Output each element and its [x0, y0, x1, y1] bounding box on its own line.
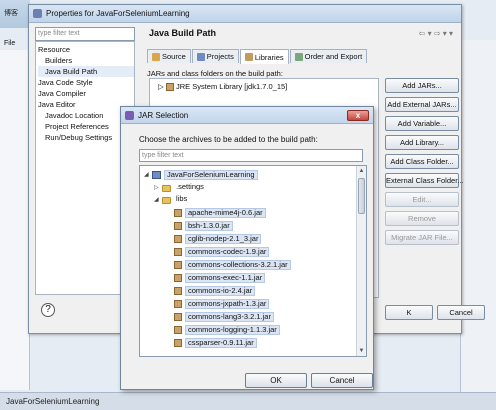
package-explorer	[0, 50, 30, 390]
jar-item[interactable]: cglib-nodep-2.1_3.jar	[174, 234, 262, 244]
jar-dialog-icon	[125, 110, 134, 120]
tree-item-java-compiler[interactable]: Java Compiler	[38, 88, 134, 99]
properties-titlebar: Properties for JavaForSeleniumLearning	[29, 5, 461, 23]
jar-item[interactable]: commons-codec-1.9.jar	[174, 247, 270, 257]
jar-icon	[174, 274, 182, 282]
build-path-tabs: Source Projects Libraries Order and Expo…	[147, 49, 368, 64]
tree-item-java-code-style[interactable]: Java Code Style	[38, 77, 134, 88]
tree-project[interactable]: ◢ JavaForSeleniumLearning	[144, 170, 258, 180]
folder-icon	[162, 184, 171, 192]
tree-folder-libs[interactable]: ◢ libs	[154, 195, 189, 205]
expand-icon[interactable]: ▷	[154, 183, 162, 193]
tree-item-builders[interactable]: Builders	[38, 55, 134, 66]
close-icon[interactable]: x	[347, 110, 369, 121]
build-path-buttons: Add JARs... Add External JARs... Add Var…	[385, 78, 464, 249]
jar-tree-scrollbar[interactable]: ▲ ▼	[356, 166, 366, 356]
library-icon	[165, 83, 174, 92]
collapse-icon[interactable]: ◢	[154, 195, 162, 205]
remove-button[interactable]: Remove	[385, 211, 459, 226]
tree-item-java-build-path[interactable]: Java Build Path	[38, 66, 134, 77]
tree-folder-settings[interactable]: ▷ .settings	[154, 183, 206, 193]
jar-icon	[174, 300, 182, 308]
jar-item[interactable]: apache-mime4j-0.6.jar	[174, 208, 266, 218]
jar-item[interactable]: commons-jxpath-1.3.jar	[174, 299, 270, 309]
jar-icon	[174, 326, 182, 334]
jar-icon	[174, 209, 182, 217]
properties-filter-input[interactable]: type filter text	[35, 27, 135, 41]
section-title: Java Build Path	[149, 28, 217, 38]
jar-cancel-button[interactable]: Cancel	[311, 373, 373, 388]
properties-cancel-button[interactable]: Cancel	[437, 305, 485, 320]
properties-actions: K Cancel	[381, 305, 485, 320]
tree-item-resource[interactable]: Resource	[38, 44, 134, 55]
add-class-folder-button[interactable]: Add Class Folder...	[385, 154, 459, 169]
folder-icon	[162, 196, 171, 204]
scroll-thumb[interactable]	[358, 178, 365, 214]
status-bar: JavaForSeleniumLearning	[0, 392, 496, 410]
jar-icon	[174, 261, 182, 269]
add-variable-button[interactable]: Add Variable...	[385, 116, 459, 131]
jars-caption: JARs and class folders on the build path…	[147, 69, 283, 78]
jar-item[interactable]: commons-lang3-3.2.1.jar	[174, 312, 274, 322]
jar-icon	[174, 287, 182, 295]
right-panel	[460, 40, 496, 392]
external-class-folder-button[interactable]: External Class Folder...	[385, 173, 464, 188]
jar-selection-dialog: JAR Selection x Choose the archives to b…	[120, 106, 374, 390]
source-icon	[152, 52, 160, 61]
tab-source[interactable]: Source	[147, 49, 191, 63]
add-external-jars-button[interactable]: Add External JARs...	[385, 97, 459, 112]
properties-title: Properties for JavaForSeleniumLearning	[46, 9, 190, 18]
jar-icon	[174, 313, 182, 321]
jar-item[interactable]: bsh-1.3.0.jar	[174, 221, 233, 231]
jar-filter-input[interactable]: type filter text	[139, 149, 363, 162]
jar-prompt: Choose the archives to be added to the b…	[139, 135, 318, 144]
collapse-icon[interactable]: ◢	[144, 170, 152, 180]
scroll-up-icon[interactable]: ▲	[358, 167, 365, 175]
help-icon[interactable]: ?	[41, 303, 55, 317]
libraries-icon	[244, 53, 253, 61]
eclipse-title: 博客	[0, 0, 30, 28]
tab-libraries[interactable]: Libraries	[239, 49, 289, 64]
dialog-icon	[33, 9, 42, 18]
jar-icon	[174, 339, 182, 347]
migrate-jar-button[interactable]: Migrate JAR File...	[385, 230, 459, 245]
jar-item[interactable]: commons-logging-1.1.3.jar	[174, 325, 280, 335]
tab-order-export[interactable]: Order and Export	[289, 49, 368, 63]
edit-button[interactable]: Edit...	[385, 192, 459, 207]
jar-icon	[174, 222, 182, 230]
jar-tree[interactable]: ◢ JavaForSeleniumLearning ▷ .settings ◢ lib…	[139, 165, 367, 357]
jar-item[interactable]: cssparser-0.9.11.jar	[174, 338, 257, 348]
tab-projects[interactable]: Projects	[191, 49, 239, 63]
jar-icon	[174, 235, 182, 243]
jar-selection-titlebar: JAR Selection	[121, 107, 373, 124]
scroll-down-icon[interactable]: ▼	[358, 347, 365, 355]
add-jars-button[interactable]: Add JARs...	[385, 78, 459, 93]
project-icon	[152, 171, 161, 179]
nav-arrows-icon[interactable]: ⇦ ▾ ⇨ ▾ ▾	[419, 29, 453, 38]
jre-entry[interactable]: ▷ JRE System Library [jdk1.7.0_15]	[158, 82, 287, 92]
jar-item[interactable]: commons-io-2.4.jar	[174, 286, 256, 296]
jar-item[interactable]: commons-exec-1.1.jar	[174, 273, 266, 283]
properties-ok-button[interactable]: K	[385, 305, 433, 320]
jar-selection-title: JAR Selection	[138, 110, 189, 120]
projects-icon	[196, 52, 205, 61]
jar-icon	[174, 248, 182, 256]
menu-file[interactable]: File	[4, 40, 15, 47]
add-library-button[interactable]: Add Library...	[385, 135, 459, 150]
jar-item[interactable]: commons-collections-3.2.1.jar	[174, 260, 291, 270]
order-icon	[294, 52, 303, 61]
jar-ok-button[interactable]: OK	[245, 373, 307, 388]
